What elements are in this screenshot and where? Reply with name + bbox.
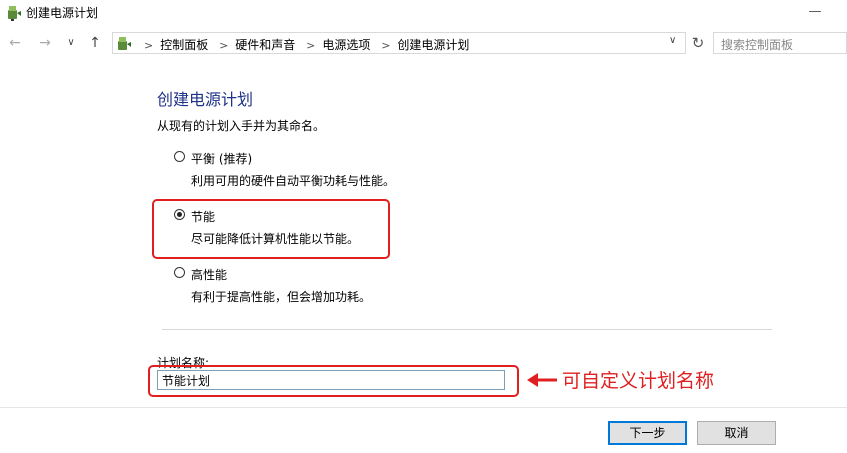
page-title: 创建电源计划 [157, 90, 254, 109]
annotation-text: 可自定义计划名称 [562, 370, 715, 392]
breadcrumb-separator-icon: > [306, 39, 316, 52]
refresh-button[interactable]: ↻ [688, 32, 708, 54]
radio-high-performance[interactable] [174, 267, 185, 278]
plan-name-highlight-box [148, 365, 519, 397]
breadcrumb-separator-icon: > [381, 39, 391, 52]
power-saver-highlight-box [152, 199, 390, 259]
title-bar: 创建电源计划 — [0, 0, 847, 26]
breadcrumb-separator-icon: > [219, 39, 229, 52]
footer-divider [0, 407, 847, 408]
option-high-performance-label: 高性能 [191, 268, 228, 282]
address-dropdown-icon[interactable]: ∨ [669, 35, 676, 46]
annotation-arrow-icon [527, 373, 557, 387]
breadcrumb-separator-icon: > [144, 39, 154, 52]
power-options-icon [8, 6, 21, 21]
option-high-performance-description: 有利于提高性能，但会增加功耗。 [191, 290, 372, 304]
forward-button[interactable]: → [36, 33, 54, 53]
cancel-button[interactable]: 取消 [697, 421, 776, 445]
section-divider [162, 329, 772, 330]
recent-locations-button[interactable]: ∨ [62, 33, 80, 53]
breadcrumb-item-create-plan[interactable]: 创建电源计划 [397, 38, 469, 52]
page-subtitle: 从现有的计划入手并为其命名。 [157, 119, 326, 133]
breadcrumb-item-power-options[interactable]: 电源选项 [322, 38, 370, 52]
up-button[interactable]: ↑ [86, 33, 104, 53]
navigation-bar: ← → ∨ ↑ > 控制面板 > 硬件和声音 > 电源选项 > 创建电源计划 ∨ ↻ 搜… [0, 30, 847, 56]
option-balanced-label: 平衡 (推荐) [191, 152, 253, 166]
window-title: 创建电源计划 [26, 6, 99, 20]
radio-balanced[interactable] [174, 151, 185, 162]
next-button[interactable]: 下一步 [608, 421, 687, 445]
option-balanced-description: 利用可用的硬件自动平衡功耗与性能。 [191, 174, 396, 188]
breadcrumb-item-control-panel[interactable]: 控制面板 [160, 38, 208, 52]
address-bar[interactable]: > 控制面板 > 硬件和声音 > 电源选项 > 创建电源计划 ∨ [112, 32, 686, 54]
breadcrumb: > 控制面板 > 硬件和声音 > 电源选项 > 创建电源计划 [137, 36, 469, 53]
minimize-button[interactable]: — [800, 2, 830, 22]
control-panel-icon [118, 37, 131, 50]
back-button[interactable]: ← [6, 33, 24, 53]
breadcrumb-item-hardware-sound[interactable]: 硬件和声音 [235, 38, 295, 52]
search-input[interactable]: 搜索控制面板 [713, 32, 847, 54]
